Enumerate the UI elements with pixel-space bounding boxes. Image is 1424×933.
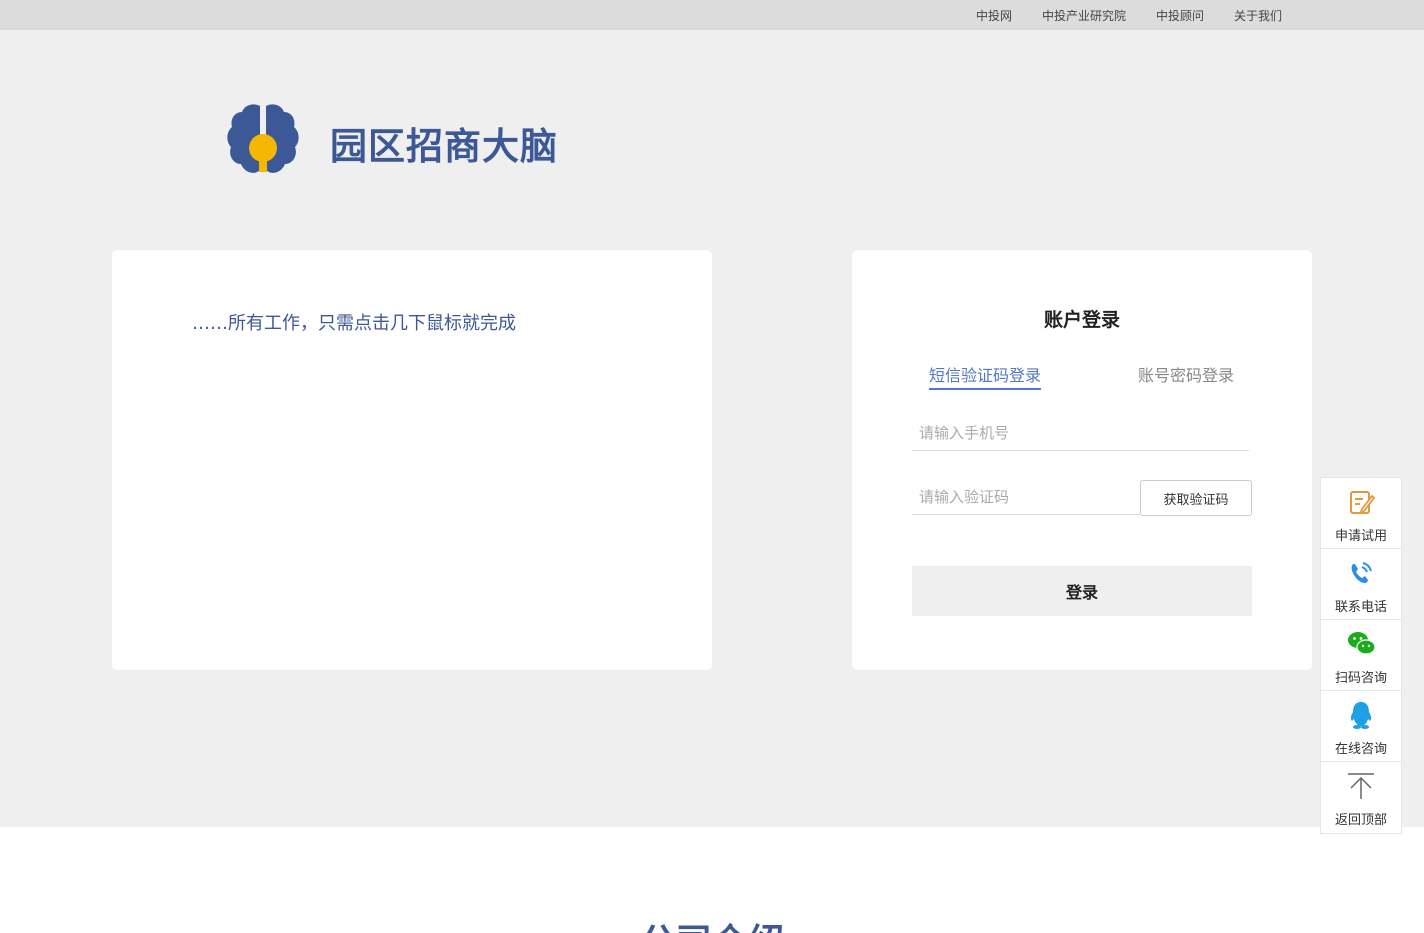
login-title: 账户登录 <box>1043 309 1120 331</box>
sidebar-item-phone[interactable]: 联系电话 <box>1321 549 1401 620</box>
tab-password-login[interactable]: 账号密码登录 <box>1138 362 1234 386</box>
floating-sidebar: 申请试用 联系电话 扫码咨询 在线咨询 返回顶部 <box>1320 477 1402 834</box>
verification-code-input[interactable] <box>912 479 1140 515</box>
intro-tagline: ……所有工作，只需点击几下鼠标就完成 <box>192 313 516 334</box>
intro-card: ……所有工作，只需点击几下鼠标就完成 <box>112 250 712 670</box>
sidebar-label: 联系电话 <box>1334 600 1387 615</box>
sidebar-item-back-to-top[interactable]: 返回顶部 <box>1321 762 1401 833</box>
sidebar-label: 在线咨询 <box>1334 742 1387 757</box>
qq-icon <box>1350 702 1372 729</box>
topnav-link-about[interactable]: 关于我们 <box>1234 7 1282 24</box>
get-code-button[interactable]: 获取验证码 <box>1140 480 1252 516</box>
sidebar-item-wechat[interactable]: 扫码咨询 <box>1321 620 1401 691</box>
arrow-up-icon <box>1348 773 1374 799</box>
topnav-link-consulting[interactable]: 中投顾问 <box>1156 7 1204 24</box>
top-bar: 中投网 中投产业研究院 中投顾问 关于我们 <box>0 0 1424 30</box>
sidebar-item-apply-trial[interactable]: 申请试用 <box>1321 478 1401 549</box>
topnav-link-zhongtou[interactable]: 中投网 <box>976 7 1012 24</box>
sidebar-label: 扫码咨询 <box>1334 671 1387 686</box>
section-title: 公司介绍 <box>0 913 1424 933</box>
topnav-link-research[interactable]: 中投产业研究院 <box>1042 7 1126 24</box>
phone-icon <box>1351 562 1372 583</box>
sidebar-label: 申请试用 <box>1334 529 1387 544</box>
brand-title: 园区招商大脑 <box>330 125 558 168</box>
sidebar-item-qq[interactable]: 在线咨询 <box>1321 691 1401 762</box>
login-card: 账户登录 短信验证码登录 账号密码登录 获取验证码 登录 <box>852 250 1312 670</box>
tab-sms-login[interactable]: 短信验证码登录 <box>929 362 1042 390</box>
wechat-icon <box>1348 632 1376 655</box>
brain-lightbulb-icon <box>227 104 299 173</box>
sidebar-label: 返回顶部 <box>1334 813 1387 828</box>
login-button[interactable]: 登录 <box>912 566 1252 616</box>
edit-icon <box>1350 491 1376 514</box>
phone-input[interactable] <box>912 415 1249 451</box>
company-intro-section: 公司介绍 <box>0 827 1424 933</box>
